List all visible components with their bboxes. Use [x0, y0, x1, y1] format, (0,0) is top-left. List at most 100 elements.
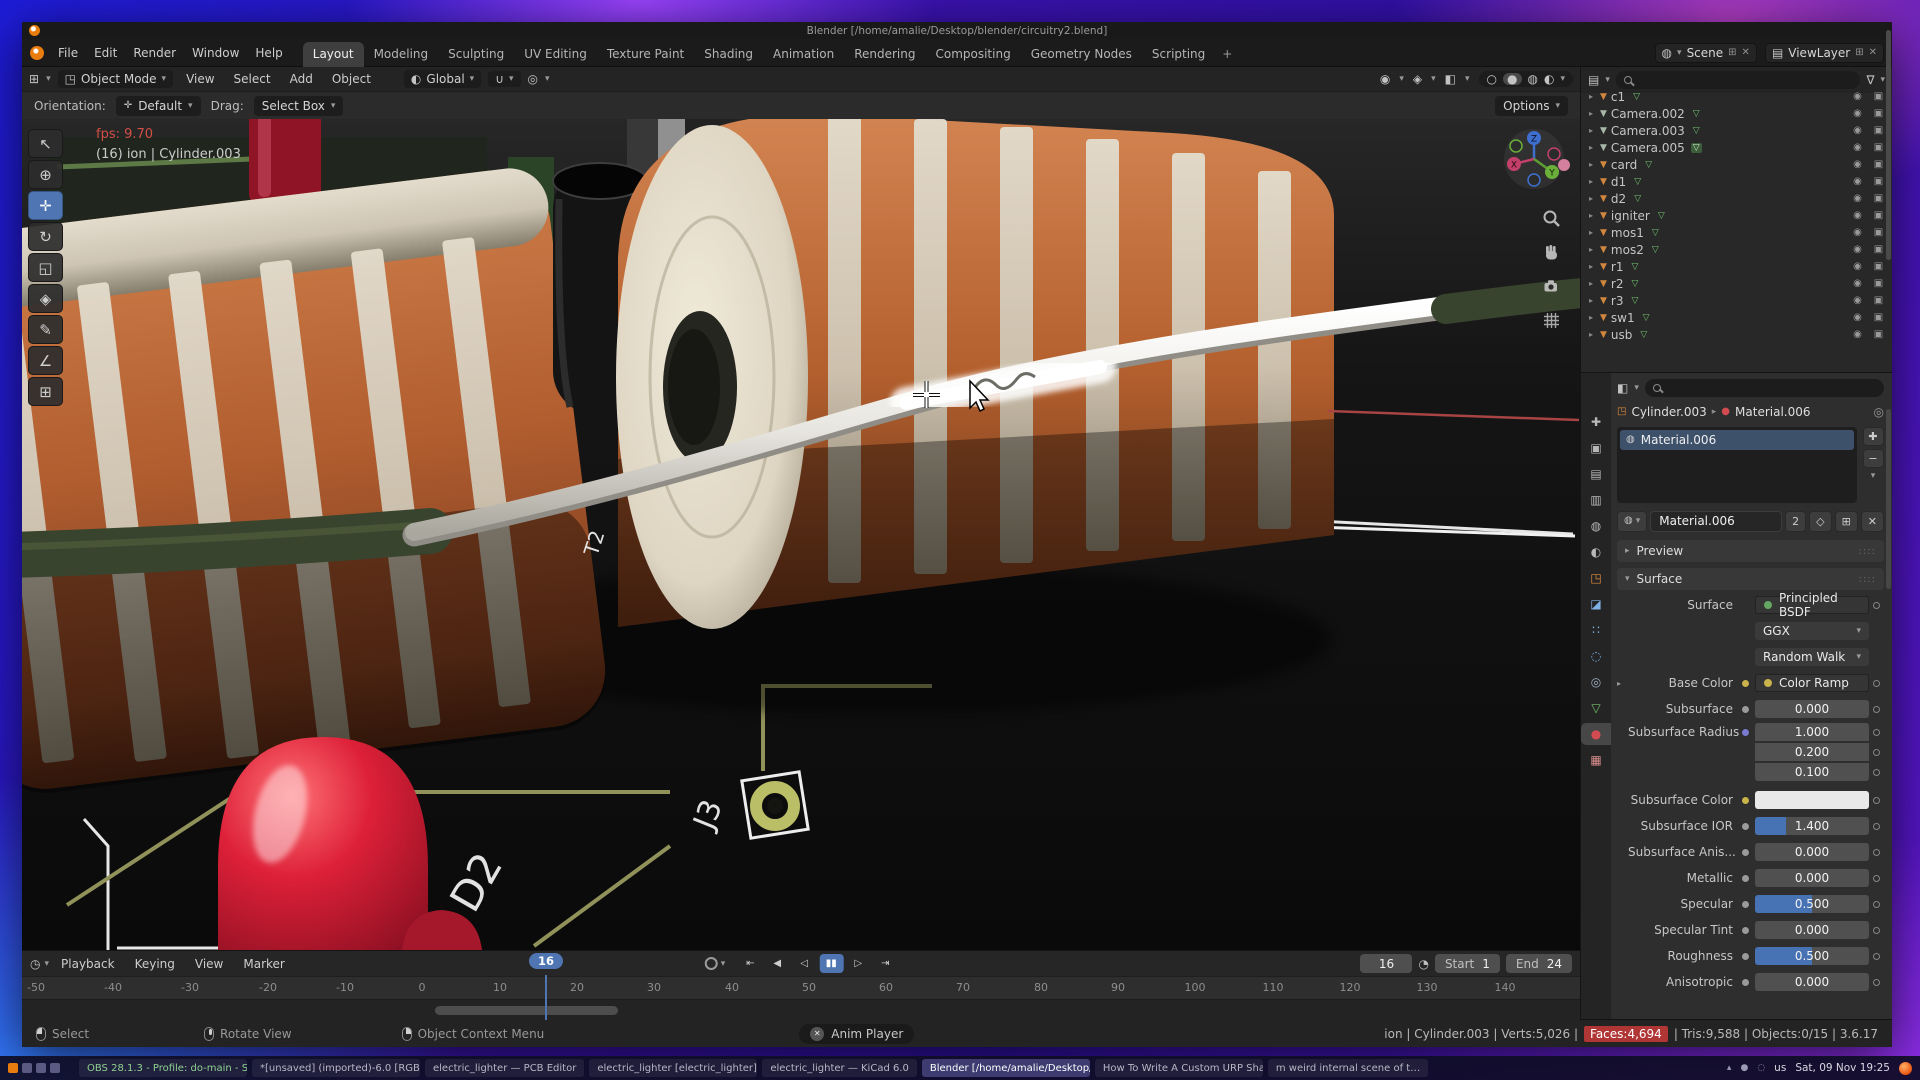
transform-orientation-dropdown[interactable]: ◐ Global ▾: [404, 70, 481, 88]
outliner-item[interactable]: ▸ ▼ Camera.002 ▽ ◉ ▣: [1581, 105, 1892, 122]
frame-start-field[interactable]: Start1: [1435, 954, 1500, 973]
tool-button[interactable]: ◱: [28, 253, 63, 282]
expand-icon[interactable]: ▸: [1586, 92, 1596, 101]
new-view-layer-icon[interactable]: ⊞: [1855, 47, 1863, 58]
viewport-3d-scene[interactable]: T2 J3 D2: [22, 119, 1580, 950]
decorator-dot[interactable]: [1869, 979, 1884, 986]
timeline-menu-item[interactable]: Keying: [127, 954, 183, 974]
expand-icon[interactable]: ▸: [1586, 262, 1596, 271]
distribution-dropdown[interactable]: GGX▾: [1755, 622, 1869, 640]
decorator-dot[interactable]: [1869, 797, 1884, 804]
viewport-menu-item[interactable]: View: [180, 70, 220, 88]
preview-range-clock-icon[interactable]: ◔: [1418, 958, 1428, 970]
disable-in-renders-icon[interactable]: ▣: [1870, 108, 1887, 119]
hide-in-viewport-icon[interactable]: ◉: [1849, 210, 1866, 221]
playback-button[interactable]: ⇥: [873, 954, 897, 973]
workspace-tab[interactable]: Animation: [763, 42, 844, 67]
keyboard-layout-indicator[interactable]: us: [1774, 1062, 1786, 1074]
preview-panel-header[interactable]: ▸ Preview ::::: [1617, 540, 1884, 562]
properties-scrollbar[interactable]: [1886, 409, 1891, 589]
base-color-link-button[interactable]: Color Ramp: [1755, 674, 1869, 692]
pin-icon[interactable]: ◎: [1874, 405, 1884, 419]
camera-gizmo-dot[interactable]: [1558, 159, 1570, 171]
hide-in-viewport-icon[interactable]: ◉: [1849, 244, 1866, 255]
outliner-item[interactable]: ▸ ▼ usb ▽ ◉ ▣: [1581, 326, 1892, 343]
users-count-button[interactable]: 2: [1785, 511, 1806, 532]
shading-solid-icon[interactable]: ●: [1503, 73, 1521, 85]
taskbar-window-button[interactable]: electric_lighter [electric_lighter] — Sc…: [589, 1059, 757, 1077]
taskbar-window-button[interactable]: How To Write A Custom URP Shader Wi…: [1095, 1059, 1263, 1077]
properties-tab[interactable]: ▦: [1583, 749, 1610, 771]
expand-icon[interactable]: ▸: [1586, 330, 1596, 339]
options-dropdown[interactable]: Options ▾: [1495, 96, 1568, 116]
disable-in-renders-icon[interactable]: ▣: [1870, 244, 1887, 255]
properties-tab[interactable]: ✚: [1583, 411, 1610, 433]
decorator-dot[interactable]: [1869, 769, 1884, 776]
playback-button[interactable]: ⇤: [738, 954, 762, 973]
scene-browse-icon[interactable]: ◍: [1662, 47, 1672, 59]
new-material-button[interactable]: ⊞: [1835, 511, 1858, 532]
expand-icon[interactable]: ▸: [1586, 194, 1596, 203]
expand-icon[interactable]: ▸: [1586, 211, 1596, 220]
new-scene-icon[interactable]: ⊞: [1728, 47, 1736, 58]
expand-icon[interactable]: ▸: [1586, 296, 1596, 305]
tray-icon[interactable]: ●: [1740, 1063, 1748, 1073]
subsurface-anisotropy-slider[interactable]: 0.000: [1755, 843, 1869, 861]
timeline-editor-icon[interactable]: ◷: [30, 958, 40, 970]
breadcrumb-object[interactable]: Cylinder.003: [1631, 405, 1706, 419]
timeline-menu-item[interactable]: Playback: [53, 954, 123, 974]
decorator-dot[interactable]: [1869, 927, 1884, 934]
decorator-dot[interactable]: [1869, 602, 1884, 609]
auto-keying-toggle[interactable]: [705, 957, 718, 970]
outliner-editor-icon[interactable]: ▤: [1588, 74, 1599, 86]
launcher-icon[interactable]: [50, 1063, 60, 1073]
disable-in-renders-icon[interactable]: ▣: [1870, 227, 1887, 238]
frame-end-field[interactable]: End24: [1506, 954, 1572, 973]
hide-in-viewport-icon[interactable]: ◉: [1849, 295, 1866, 306]
metallic-slider[interactable]: 0.000: [1755, 869, 1869, 887]
tool-button[interactable]: ↖: [28, 129, 63, 158]
gizmos-icon[interactable]: ◈: [1413, 73, 1422, 85]
timeline-scroll-area[interactable]: [22, 999, 1580, 1020]
outliner-item[interactable]: ▸ ▼ mos2 ▽ ◉ ▣: [1581, 241, 1892, 258]
workspace-tab[interactable]: Rendering: [844, 42, 925, 67]
expand-icon[interactable]: ▸: [1586, 245, 1596, 254]
drag-dropdown[interactable]: Select Box ▾: [254, 96, 344, 116]
grid-perspective-icon[interactable]: [1542, 311, 1561, 330]
topbar-menu-item[interactable]: Help: [247, 43, 290, 63]
outliner-item[interactable]: ▸ ▼ r3 ▽ ◉ ▣: [1581, 292, 1892, 309]
specular-slider[interactable]: 0.500: [1755, 895, 1869, 913]
red-cylinder-component[interactable]: [249, 119, 321, 205]
zoom-icon[interactable]: [1542, 209, 1561, 228]
expand-icon[interactable]: ▸: [1586, 313, 1596, 322]
pan-hand-icon[interactable]: [1542, 243, 1561, 262]
fake-user-button[interactable]: ◇: [1809, 511, 1831, 532]
taskbar-window-button[interactable]: OBS 28.1.3 - Profile: do-main - Scen…: [79, 1059, 247, 1077]
properties-tab[interactable]: ▥: [1583, 489, 1610, 511]
tray-icon[interactable]: ▴: [1727, 1063, 1732, 1073]
navigation-gizmo[interactable]: Z X Y: [1502, 127, 1566, 194]
launcher-icon[interactable]: [22, 1063, 32, 1073]
editor-type-icon[interactable]: ⊞: [29, 73, 39, 85]
taskbar-window-button[interactable]: Blender [/home/amalie/Desktop/blender/…: [922, 1059, 1090, 1077]
hide-in-viewport-icon[interactable]: ◉: [1849, 329, 1866, 340]
subsurface-slider[interactable]: 0.000: [1755, 700, 1869, 718]
snapping-toggle[interactable]: ∪▾: [488, 71, 520, 87]
disable-in-renders-icon[interactable]: ▣: [1870, 142, 1887, 153]
shading-rendered-icon[interactable]: ◐: [1544, 73, 1554, 85]
workspace-tab[interactable]: Sculpting: [438, 42, 514, 67]
topbar-menu-item[interactable]: File: [50, 43, 86, 63]
notification-icon[interactable]: [1899, 1062, 1912, 1075]
decorator-dot[interactable]: [1869, 749, 1884, 756]
disable-in-renders-icon[interactable]: ▣: [1870, 261, 1887, 272]
playback-button[interactable]: ▮▮: [819, 954, 843, 973]
decorator-dot[interactable]: [1869, 953, 1884, 960]
current-frame-field[interactable]: 16: [1360, 954, 1412, 973]
properties-tab[interactable]: ▣: [1583, 437, 1610, 459]
taskbar-window-button[interactable]: electric_lighter — KiCad 6.0: [762, 1059, 917, 1077]
subsurface-radius-y-field[interactable]: 0.200: [1755, 743, 1869, 761]
timeline-ruler[interactable]: -50-40-30-20-100102030405060708090100110…: [22, 976, 1580, 999]
unlink-scene-icon[interactable]: ✕: [1742, 47, 1750, 58]
outliner-search-input[interactable]: [1616, 71, 1861, 89]
properties-tab[interactable]: ◐: [1583, 541, 1610, 563]
